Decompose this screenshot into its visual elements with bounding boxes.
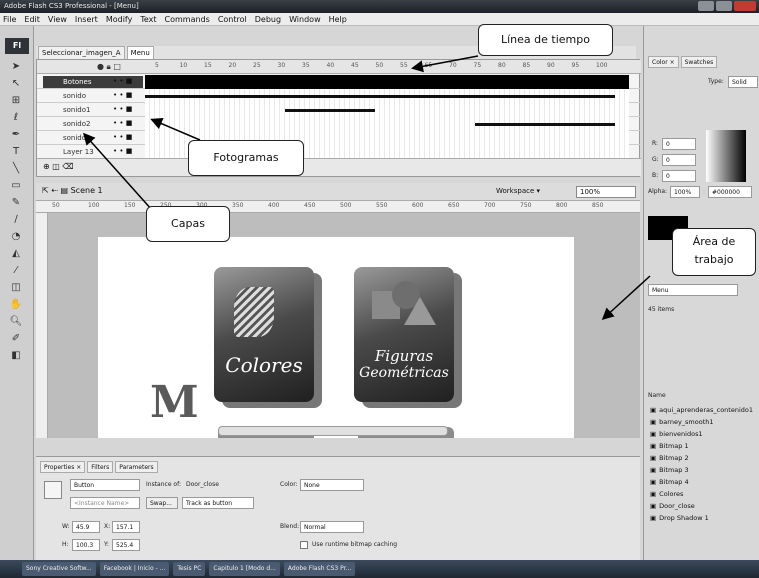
layers-arrow (83, 132, 153, 211)
frames-callout: Fotogramas (188, 140, 304, 176)
work-area-callout-line1: Área de (692, 235, 736, 248)
timeline-arrow (411, 55, 479, 73)
annotation-arrows (83, 55, 651, 321)
frames-arrow (150, 118, 201, 141)
layers-callout: Capas (146, 206, 230, 242)
work-area-callout: Área de trabajo (672, 228, 756, 276)
work-area-callout-line2: trabajo (694, 253, 734, 266)
work-area-arrow (601, 275, 651, 321)
timeline-callout: Línea de tiempo (478, 24, 613, 56)
